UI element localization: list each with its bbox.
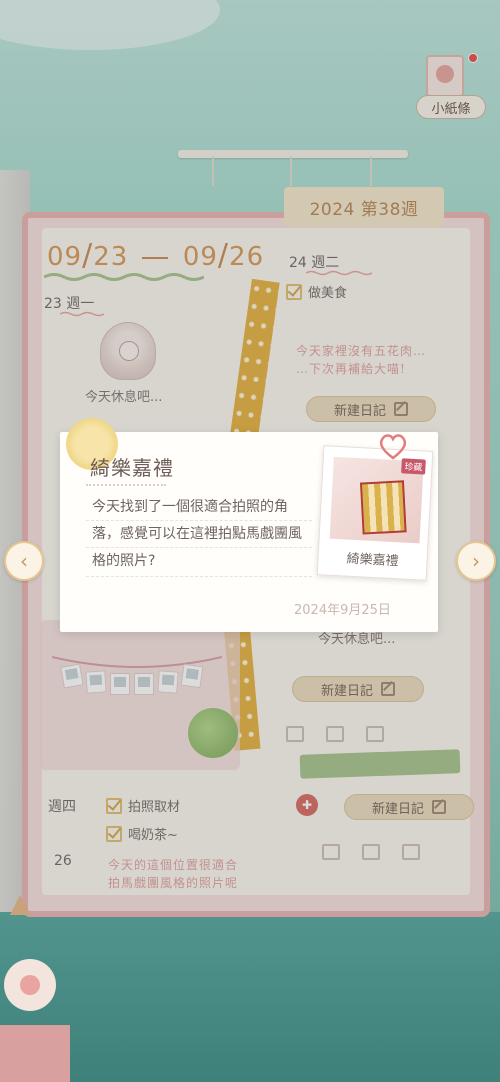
thursday-task-1[interactable]: 拍照取材 (106, 796, 180, 815)
rarity-badge: 珍藏 (401, 458, 426, 475)
memo-button[interactable]: 小紙條 (416, 53, 486, 120)
sleeping-avatar-sticker (100, 322, 156, 380)
edit-icon (394, 402, 408, 416)
start-month: 09 (47, 242, 83, 272)
thursday-task-2[interactable]: 喝奶茶~ (106, 824, 178, 843)
plant-decoration (188, 708, 238, 758)
doll-decoration (0, 895, 70, 1082)
photo-caption: 綺樂嘉禮 (346, 551, 399, 570)
thursday-day: 26 (54, 853, 72, 869)
wave-underline (44, 273, 204, 281)
monday-label: 23 週一 (44, 296, 95, 312)
gift-icon[interactable]: ✚ (296, 794, 318, 816)
checkbox-icon (106, 797, 122, 814)
checkbox-icon (286, 283, 302, 300)
photo-item-image (359, 480, 407, 535)
edit-icon (432, 800, 446, 814)
tuesday-note: 今天家裡沒有五花肉… …下次再補給大喵! (296, 344, 427, 376)
prev-week-button[interactable]: ‹ (4, 541, 44, 581)
popup-title: 綺樂嘉禮 (90, 456, 174, 480)
chevron-right-icon: › (472, 549, 480, 573)
popup-body: 今天找到了一個很適合拍照的角落，感覺可以在這裡拍點馬戲團風格的照片? (92, 499, 302, 569)
monday-rest-text: 今天休息吧... (85, 390, 163, 405)
notification-dot (468, 53, 478, 63)
heart-clip-icon (379, 434, 407, 460)
memo-avatar-icon (426, 55, 464, 97)
tuesday-label: 24 週二 (289, 255, 340, 271)
tuesday-task[interactable]: 做美食 (286, 282, 347, 301)
checkbox-icon (106, 825, 122, 842)
thursday-new-diary-button[interactable]: 新建日記 (344, 794, 474, 820)
photo-card[interactable]: 珍藏 綺樂嘉禮 (316, 445, 434, 581)
memo-label: 小紙條 (416, 95, 486, 119)
end-day: 26 (229, 242, 265, 272)
wednesday-new-diary-button[interactable]: 新建日記 (292, 676, 424, 702)
popup-date: 2024年9月25日 (294, 603, 391, 618)
tuesday-new-diary-button[interactable]: 新建日記 (306, 396, 436, 422)
date-range: 09/23 09/26 (47, 238, 265, 273)
thursday-weekday: 週四 (48, 799, 76, 815)
end-month: 09 (182, 242, 218, 272)
thursday-note: 今天的這個位置很適合 拍馬戲團風格的照片呢 (108, 858, 239, 890)
edit-icon (381, 682, 395, 696)
start-day: 23 (93, 242, 129, 272)
next-week-button[interactable]: › (456, 541, 496, 581)
chevron-left-icon: ‹ (20, 549, 28, 573)
photo-string-decoration (52, 655, 222, 695)
week-label: 2024 第38週 (284, 187, 444, 227)
floor (0, 912, 500, 1082)
